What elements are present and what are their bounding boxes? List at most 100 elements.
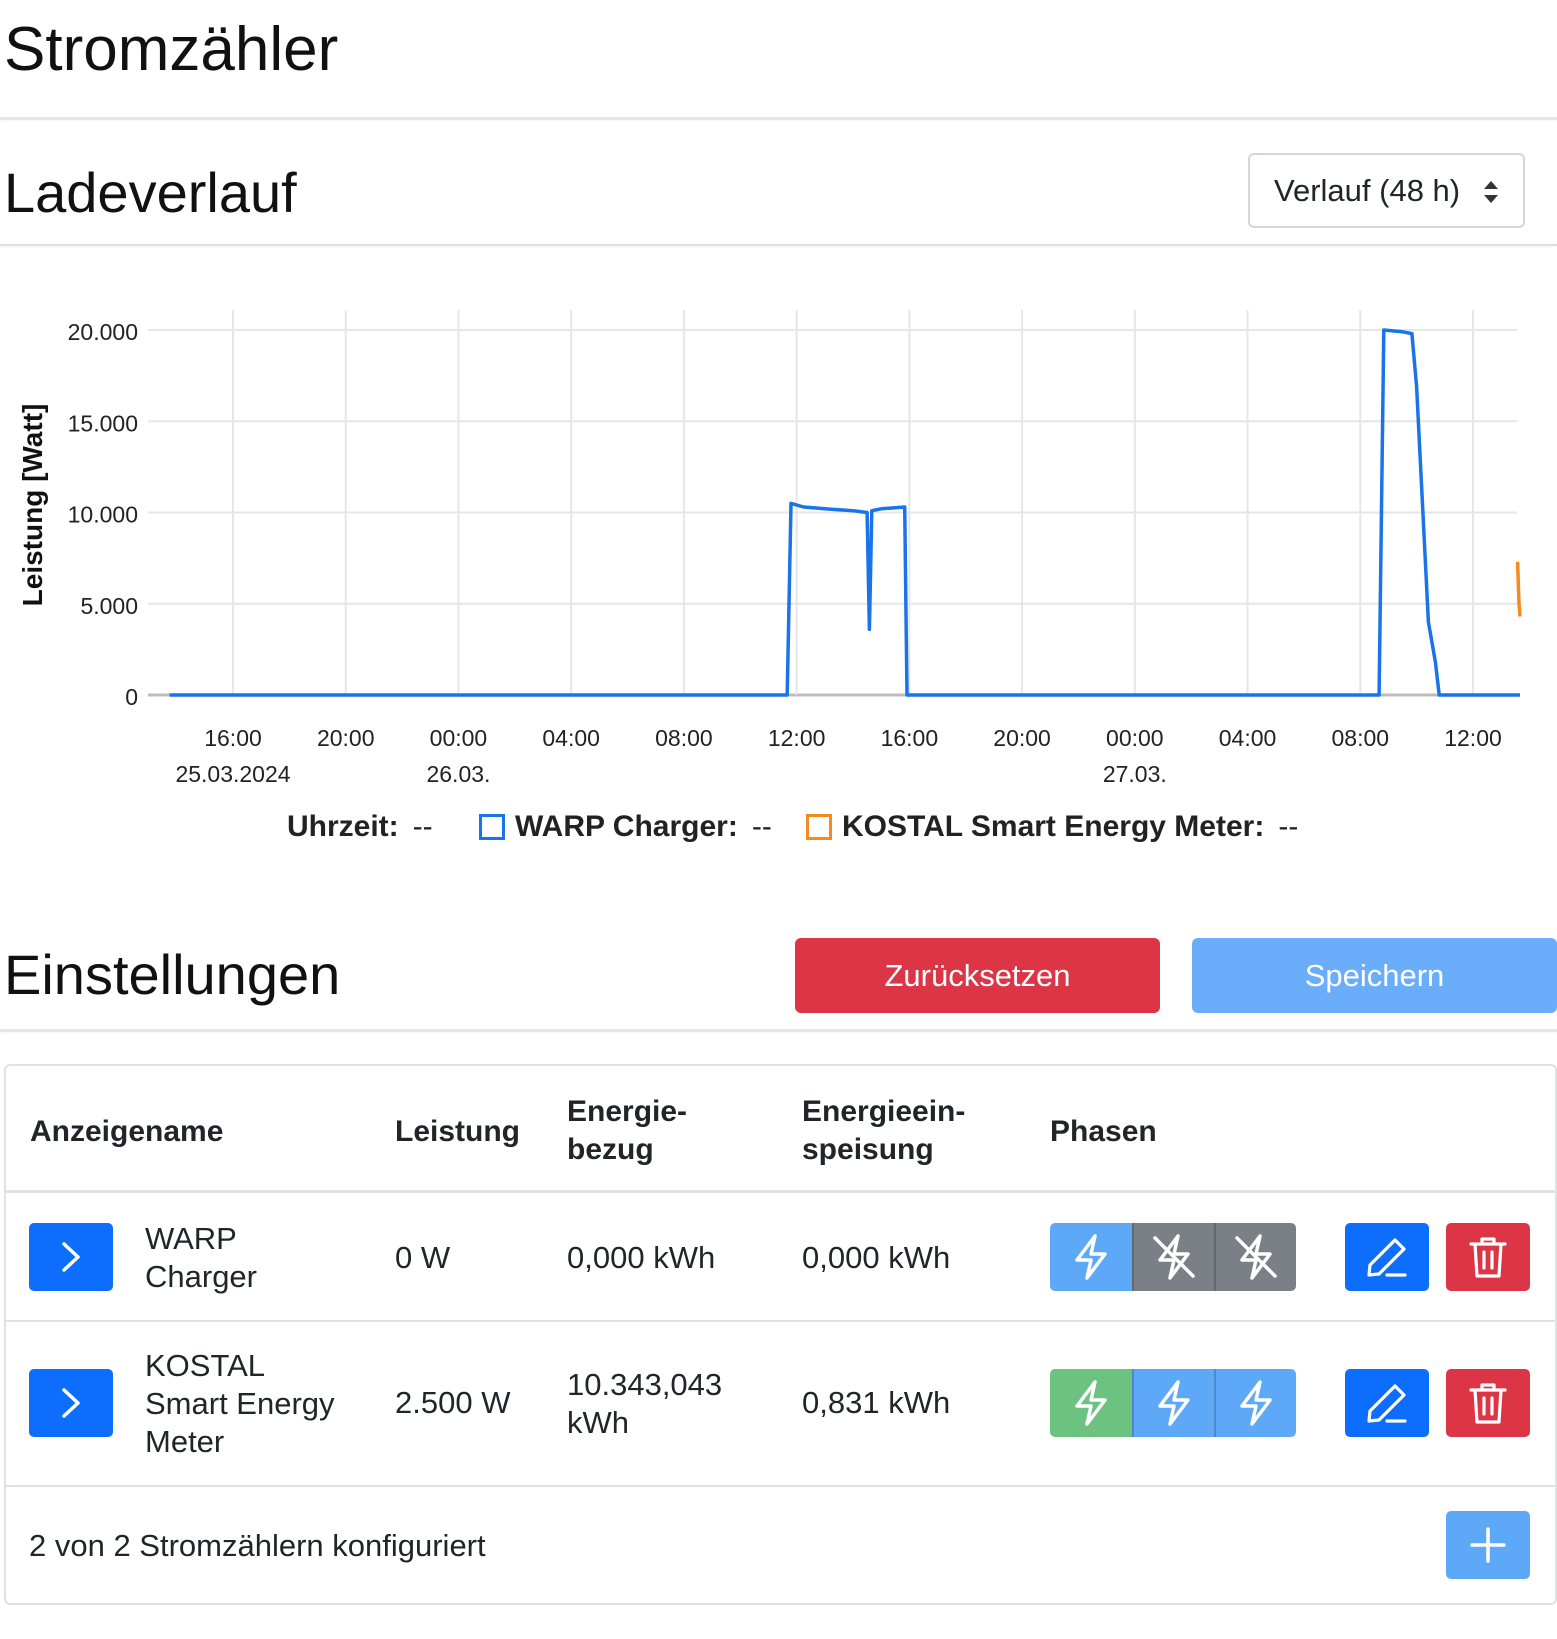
meter-power: 2.500 W (395, 1385, 511, 1420)
trash-icon (1469, 1383, 1507, 1424)
legend-series1-value: -- (751, 810, 772, 843)
phase-l1-active (1050, 1223, 1132, 1291)
x-tick-label: 20:00 (317, 725, 375, 751)
add-meter-button[interactable] (1446, 1511, 1530, 1579)
divider (0, 117, 1557, 120)
y-tick-label: 20.000 (68, 319, 138, 345)
divider (0, 1029, 1557, 1032)
meter-import: 10.343,043 kWh (567, 1366, 722, 1442)
y-tick-label: 0 (125, 684, 138, 710)
meters-table-card (4, 1064, 1557, 1605)
expand-row-button[interactable] (29, 1223, 113, 1291)
divider (0, 244, 1557, 246)
x-tick-label: 04:00 (542, 725, 600, 751)
x-tick-label: 16:00 (204, 725, 262, 751)
legend-warp-charger[interactable]: WARP Charger: -- (479, 810, 772, 844)
series-line-kostal-meter (1515, 561, 1522, 617)
x-tick-label: 00:00 (1106, 725, 1164, 751)
chevron-right-icon (62, 1388, 80, 1418)
reset-button[interactable]: Zurücksetzen (795, 938, 1160, 1013)
legend-series2-value: -- (1278, 810, 1299, 843)
edit-button[interactable] (1345, 1369, 1429, 1437)
x-tick-label: 16:00 (881, 725, 939, 751)
delete-button[interactable] (1446, 1223, 1530, 1291)
x-tick-label: 20:00 (993, 725, 1051, 751)
x-tick-label: 12:00 (768, 725, 826, 751)
phase-l3-inactive (1214, 1223, 1296, 1291)
x-tick-label: 00:00 (430, 725, 488, 751)
y-tick-label: 15.000 (68, 410, 138, 436)
meters-count: 2 von 2 Stromzählern konfiguriert (29, 1528, 486, 1563)
y-axis-label: Leistung [Watt] (17, 404, 48, 607)
meter-name-line: Smart Energy (145, 1386, 335, 1421)
meter-name: WARP Charger (145, 1220, 257, 1296)
phase-indicator (1050, 1223, 1296, 1291)
power-chart[interactable]: 0 5.000 10.000 15.000 20.000 16:00 20:00 00:00 0… (0, 290, 1557, 800)
meter-name-line: WARP (145, 1221, 237, 1256)
lightning-off-icon (1153, 1234, 1195, 1280)
trash-icon (1469, 1237, 1507, 1278)
col-header-import-line1: Energie- (567, 1095, 688, 1128)
x-date-label: 27.03. (1103, 761, 1167, 787)
legend-time-value: -- (412, 810, 433, 843)
legend-kostal-meter[interactable]: KOSTAL Smart Energy Meter: -- (806, 810, 1298, 844)
history-range-value: Verlauf (48 h) (1274, 172, 1461, 208)
phase-l2-inactive (1132, 1223, 1214, 1291)
meter-import-line: 10.343,043 (567, 1367, 723, 1402)
history-title: Ladeverlauf (4, 161, 297, 224)
phase-l1-feed (1050, 1369, 1132, 1437)
page-title: Stromzähler (4, 15, 339, 84)
lightning-icon (1240, 1380, 1272, 1426)
save-button[interactable]: Speichern (1192, 938, 1557, 1013)
legend-swatch-blue (479, 814, 505, 840)
settings-title: Einstellungen (4, 943, 341, 1006)
col-header-export-line2: speisung (802, 1133, 934, 1166)
lightning-icon (1158, 1380, 1190, 1426)
col-header-power: Leistung (395, 1115, 520, 1148)
legend-series2-label: KOSTAL Smart Energy Meter: (842, 810, 1265, 843)
phase-l2-active (1132, 1369, 1214, 1437)
col-header-import: Energie- bezug (567, 1093, 687, 1169)
meter-name-line: Meter (145, 1424, 225, 1459)
phase-l3-active (1214, 1369, 1296, 1437)
col-header-phases: Phasen (1050, 1115, 1157, 1148)
row-divider (4, 1320, 1557, 1322)
x-date-label: 25.03.2024 (175, 761, 290, 787)
meter-export: 0,831 kWh (802, 1385, 951, 1420)
y-tick-label: 10.000 (68, 502, 138, 528)
legend-time-label: Uhrzeit: (287, 810, 399, 843)
meter-name-line: Charger (145, 1259, 257, 1294)
col-header-import-line2: bezug (567, 1133, 654, 1166)
meter-power: 0 W (395, 1240, 451, 1275)
pencil-icon (1367, 1384, 1407, 1423)
edit-button[interactable] (1345, 1223, 1429, 1291)
meter-name: KOSTAL Smart Energy Meter (145, 1347, 335, 1461)
meter-export: 0,000 kWh (802, 1240, 951, 1275)
legend-series1-label: WARP Charger: (515, 810, 738, 843)
row-divider (4, 1485, 1557, 1487)
x-tick-label: 08:00 (655, 725, 713, 751)
x-tick-label: 08:00 (1331, 725, 1389, 751)
lightning-icon (1075, 1234, 1107, 1280)
lightning-off-icon (1235, 1234, 1277, 1280)
meter-name-line: KOSTAL (145, 1348, 266, 1383)
legend-time: Uhrzeit: -- (287, 810, 433, 844)
updown-caret-icon (1484, 181, 1498, 203)
col-header-export-line1: Energieein- (802, 1095, 966, 1128)
chevron-right-icon (62, 1242, 80, 1272)
col-header-name: Anzeigename (30, 1115, 224, 1148)
legend-swatch-orange (806, 814, 832, 840)
expand-row-button[interactable] (29, 1369, 113, 1437)
x-tick-label: 04:00 (1219, 725, 1277, 751)
delete-button[interactable] (1446, 1369, 1530, 1437)
phase-indicator (1050, 1369, 1296, 1437)
pencil-icon (1367, 1238, 1407, 1277)
meter-import: 0,000 kWh (567, 1240, 716, 1275)
y-tick-label: 5.000 (80, 593, 138, 619)
meter-import-line: kWh (567, 1405, 629, 1440)
lightning-icon (1075, 1380, 1107, 1426)
x-tick-label: 12:00 (1444, 725, 1502, 751)
history-range-select[interactable]: Verlauf (48 h) (1248, 153, 1525, 228)
col-header-export: Energieein- speisung (802, 1093, 965, 1169)
table-header-divider (4, 1190, 1557, 1193)
